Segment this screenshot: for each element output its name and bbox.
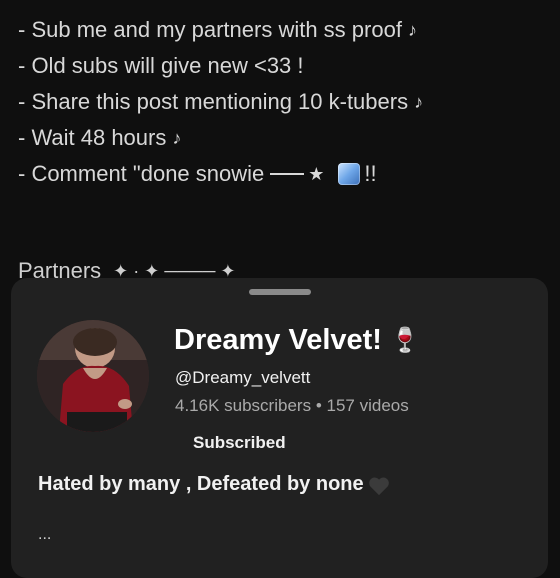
channel-avatar[interactable] bbox=[37, 320, 149, 432]
post-body: - Sub me and my partners with ss proof ♪… bbox=[18, 12, 548, 192]
wine-glass-icon: 🍷 bbox=[389, 327, 420, 354]
black-heart-icon bbox=[368, 476, 389, 495]
stats-separator: • bbox=[315, 396, 322, 415]
star-icon: ★ bbox=[308, 164, 325, 184]
subscribed-button[interactable]: Subscribed bbox=[181, 428, 298, 458]
music-note-icon: ♪ bbox=[414, 92, 424, 112]
avatar-image bbox=[37, 320, 149, 432]
post-line-text: - Old subs will give new <33 ! bbox=[18, 53, 304, 78]
post-line-1: - Sub me and my partners with ss proof ♪ bbox=[18, 12, 548, 48]
video-count: 157 videos bbox=[326, 396, 409, 415]
description-more[interactable]: ... bbox=[38, 526, 51, 544]
post-line-text: - Sub me and my partners with ss proof bbox=[18, 17, 402, 42]
subscriber-count: 4.16K subscribers bbox=[175, 396, 312, 415]
drag-handle[interactable] bbox=[249, 289, 311, 295]
post-line-3: - Share this post mentioning 10 k-tubers… bbox=[18, 84, 548, 120]
channel-description-text: Hated by many , Defeated by none bbox=[38, 473, 364, 495]
dash-divider bbox=[270, 173, 305, 175]
channel-name-text: Dreamy Velvet! bbox=[174, 324, 382, 356]
post-line-suffix: !! bbox=[364, 161, 377, 186]
post-line-2: - Old subs will give new <33 ! bbox=[18, 48, 548, 84]
channel-stats: 4.16K subscribers • 157 videos bbox=[175, 396, 409, 416]
post-line-text: - Wait 48 hours bbox=[18, 125, 167, 150]
post-line-text: - Comment "done snowie bbox=[18, 161, 265, 186]
channel-name: Dreamy Velvet! 🍷 bbox=[174, 324, 420, 357]
post-line-5: - Comment "done snowie ★ !! bbox=[18, 156, 548, 192]
heart-shape bbox=[368, 477, 389, 495]
ice-cube-icon bbox=[338, 163, 361, 185]
music-note-icon: ♪ bbox=[407, 20, 417, 40]
post-line-4: - Wait 48 hours ♪ bbox=[18, 120, 548, 156]
music-note-icon: ♪ bbox=[172, 128, 182, 148]
channel-description: Hated by many , Defeated by none bbox=[38, 473, 389, 496]
channel-bottom-sheet: Dreamy Velvet! 🍷 @Dreamy_velvett 4.16K s… bbox=[11, 278, 548, 578]
channel-handle: @Dreamy_velvett bbox=[175, 368, 311, 387]
post-line-text: - Share this post mentioning 10 k-tubers bbox=[18, 89, 409, 114]
